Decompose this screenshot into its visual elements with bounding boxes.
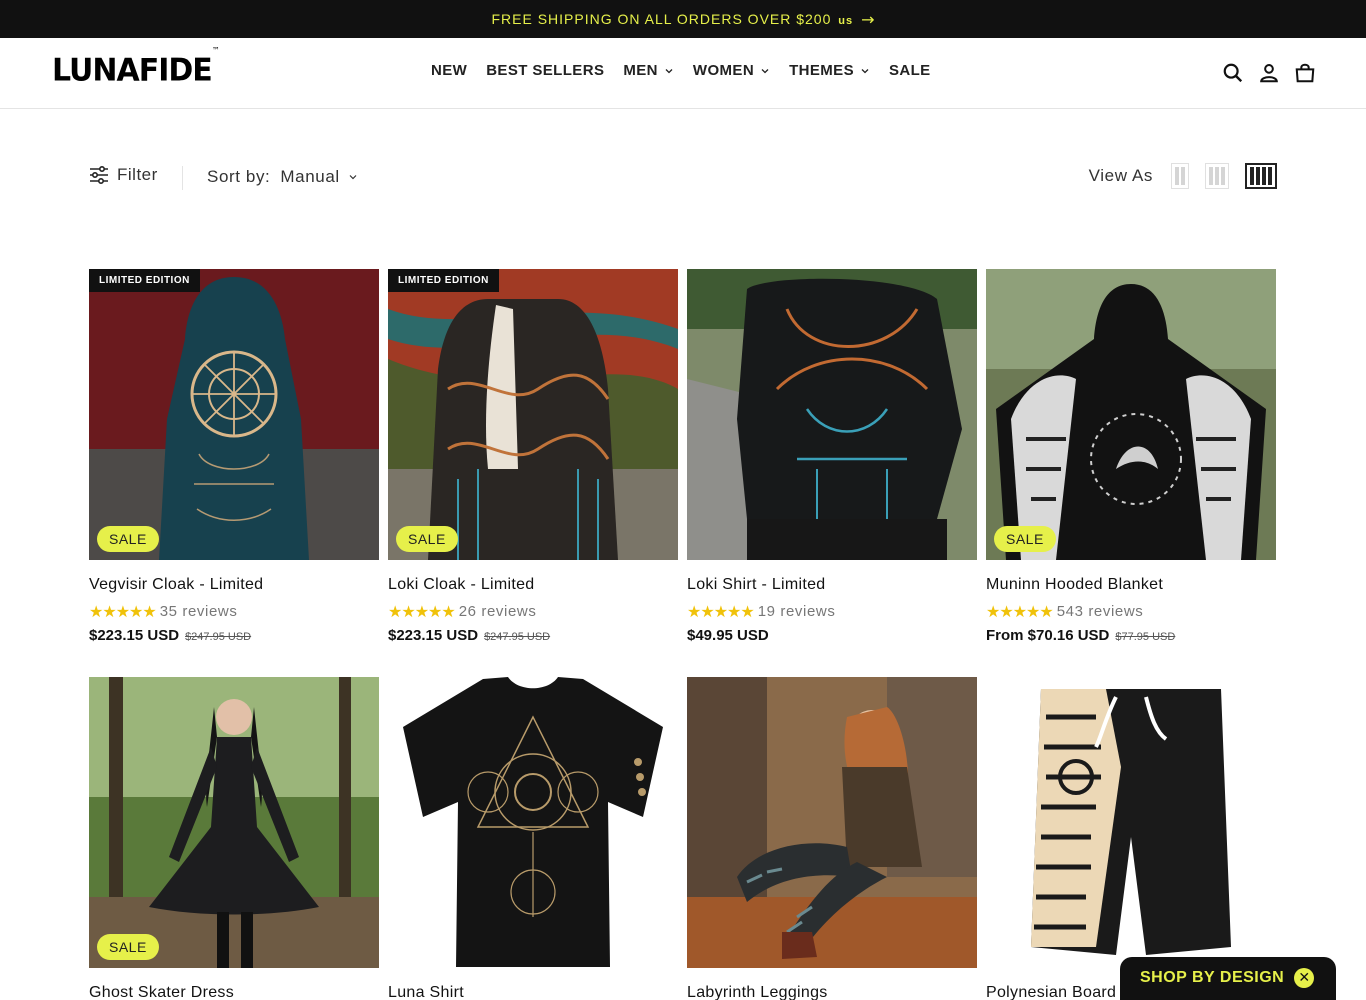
sale-price: $223.15 USD: [89, 627, 180, 644]
view-as-label: View As: [1088, 166, 1153, 185]
filter-button[interactable]: Filter: [89, 165, 158, 185]
product-card[interactable]: Luna Shirt: [388, 677, 678, 1000]
view-4-columns-button[interactable]: [1245, 163, 1277, 189]
chevron-down-icon: [761, 68, 769, 73]
filter-sliders-icon: [90, 165, 108, 185]
view-2-columns-button[interactable]: [1171, 163, 1189, 189]
chevron-down-icon: [665, 68, 673, 73]
product-card[interactable]: Polynesian Board: [986, 677, 1276, 1000]
main-nav: NEW BEST SELLERS MEN WOMEN THEMES SALE: [431, 62, 931, 79]
shop-by-design-label: SHOP BY DESIGN: [1140, 969, 1285, 986]
product-image[interactable]: [388, 677, 678, 968]
header-icons: [1222, 62, 1316, 84]
review-count: 543 reviews: [1056, 603, 1144, 620]
shop-by-design-button[interactable]: SHOP BY DESIGN ✕: [1120, 957, 1336, 1000]
sort-select[interactable]: Manual: [280, 167, 357, 187]
nav-best-sellers[interactable]: BEST SELLERS: [486, 62, 604, 79]
product-title[interactable]: Labyrinth Leggings: [687, 984, 977, 1000]
product-title[interactable]: Loki Shirt - Limited: [687, 576, 977, 594]
sale-badge: SALE: [97, 934, 159, 960]
product-price: $223.15 USD $247.95 USD: [388, 627, 678, 644]
logo[interactable]: LUNAFIDE™: [52, 46, 220, 89]
product-image[interactable]: [687, 677, 977, 968]
product-image[interactable]: [687, 269, 977, 560]
product-price: $49.95 USD: [687, 627, 977, 644]
compare-price: $77.95 USD: [1115, 631, 1176, 643]
sort-label: Sort by:: [207, 167, 271, 186]
close-icon[interactable]: ✕: [1294, 968, 1315, 988]
search-icon[interactable]: [1222, 62, 1244, 84]
price: $49.95 USD: [687, 627, 769, 644]
product-card[interactable]: Labyrinth Leggings: [687, 677, 977, 1000]
nav-sale[interactable]: SALE: [889, 62, 931, 79]
sale-badge: SALE: [396, 526, 458, 552]
nav-new[interactable]: NEW: [431, 62, 467, 79]
product-image[interactable]: LIMITED EDITION SALE: [388, 269, 678, 560]
product-card[interactable]: LIMITED EDITION SALE Loki Cloak - Limite…: [388, 269, 678, 677]
product-rating: ★★★★★ 35 reviews: [89, 602, 379, 621]
product-title[interactable]: Vegvisir Cloak - Limited: [89, 576, 379, 594]
sort-control: Sort by: Manual: [207, 167, 358, 187]
star-rating-icon: ★★★★★: [89, 602, 157, 621]
compare-price: $247.95 USD: [185, 631, 252, 643]
product-rating: ★★★★★ 19 reviews: [687, 602, 977, 621]
product-card[interactable]: Loki Shirt - Limited ★★★★★ 19 reviews $4…: [687, 269, 977, 677]
product-grid: LIMITED EDITION SALE Vegvisir Cloak - Li…: [89, 269, 1277, 1000]
star-rating-icon: ★★★★★: [687, 602, 755, 621]
review-count: 35 reviews: [159, 603, 238, 620]
product-image[interactable]: LIMITED EDITION SALE: [89, 269, 379, 560]
product-title[interactable]: Ghost Skater Dress: [89, 984, 379, 1000]
arrow-right-icon: →: [861, 9, 875, 29]
product-title[interactable]: Loki Cloak - Limited: [388, 576, 678, 594]
review-count: 19 reviews: [757, 603, 836, 620]
product-rating: ★★★★★ 543 reviews: [986, 602, 1276, 621]
sale-price: $223.15 USD: [388, 627, 479, 644]
product-title[interactable]: Luna Shirt: [388, 984, 678, 1000]
nav-women[interactable]: WOMEN: [693, 62, 770, 79]
view-as-control: View As: [1089, 163, 1277, 189]
chevron-down-icon: [861, 68, 869, 73]
view-3-columns-button[interactable]: [1205, 163, 1229, 189]
limited-edition-badge: LIMITED EDITION: [388, 269, 499, 292]
product-price: From $70.16 USD $77.95 USD: [986, 627, 1276, 644]
product-card[interactable]: LIMITED EDITION SALE Vegvisir Cloak - Li…: [89, 269, 379, 677]
product-rating: ★★★★★ 26 reviews: [388, 602, 678, 621]
product-image[interactable]: SALE: [89, 677, 379, 968]
announcement-bar[interactable]: FREE SHIPPING ON ALL ORDERS OVER $200 us…: [0, 0, 1366, 38]
product-image[interactable]: SALE: [986, 269, 1276, 560]
limited-edition-badge: LIMITED EDITION: [89, 269, 200, 292]
sale-badge: SALE: [97, 526, 159, 552]
sale-price: From $70.16 USD: [986, 627, 1110, 644]
cart-icon[interactable]: [1294, 62, 1316, 84]
site-header: LUNAFIDE™ NEW BEST SELLERS MEN WOMEN THE…: [0, 38, 1366, 109]
review-count: 26 reviews: [458, 603, 537, 620]
sort-value: Manual: [280, 167, 340, 186]
sale-badge: SALE: [994, 526, 1056, 552]
product-price: $223.15 USD $247.95 USD: [89, 627, 379, 644]
toolbar-divider: [182, 166, 183, 190]
nav-men[interactable]: MEN: [623, 62, 674, 79]
star-rating-icon: ★★★★★: [986, 602, 1054, 621]
account-icon[interactable]: [1258, 62, 1280, 84]
product-image[interactable]: [986, 677, 1276, 968]
compare-price: $247.95 USD: [484, 631, 551, 643]
product-card[interactable]: SALE Ghost Skater Dress: [89, 677, 379, 1000]
announcement-text: FREE SHIPPING ON ALL ORDERS OVER $200 us: [491, 11, 854, 27]
nav-themes[interactable]: THEMES: [789, 62, 870, 79]
filter-label: Filter: [117, 165, 158, 184]
chevron-down-icon: [349, 175, 357, 180]
product-card[interactable]: SALE Muninn Hooded Blanket ★★★★★ 543 rev…: [986, 269, 1276, 677]
star-rating-icon: ★★★★★: [388, 602, 456, 621]
collection-toolbar: Filter Sort by: Manual View As: [89, 160, 1277, 196]
product-title[interactable]: Muninn Hooded Blanket: [986, 576, 1276, 594]
